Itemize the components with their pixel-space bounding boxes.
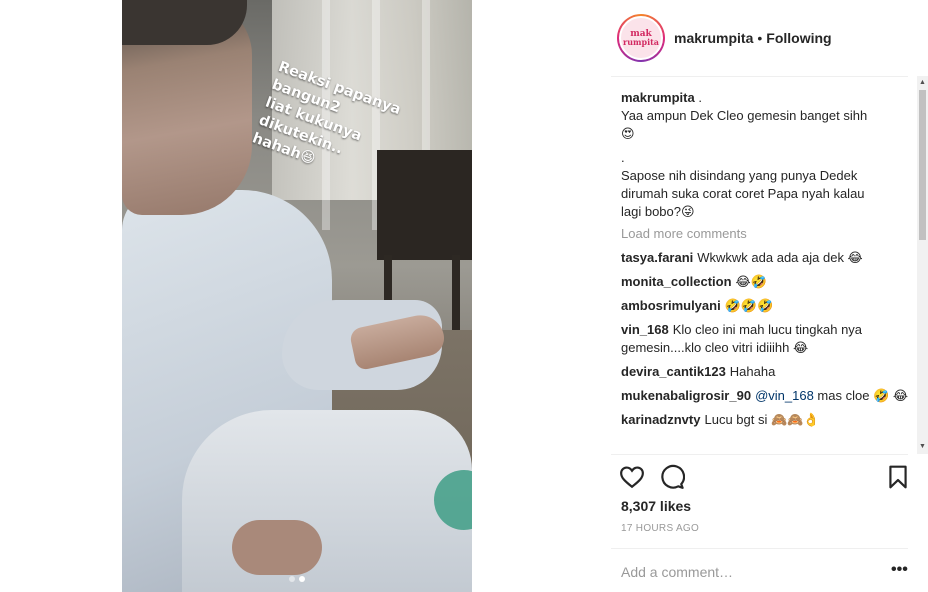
comment-text: Wkwkwk ada ada aja dek 😂 (697, 250, 863, 265)
comment-username[interactable]: tasya.farani (621, 250, 693, 265)
more-options-icon[interactable]: ••• (891, 562, 911, 582)
instagram-post-modal: Reaksi papanya bangun2 liat kukunya diku… (0, 0, 928, 592)
caption-username[interactable]: makrumpita (621, 90, 695, 105)
comment-item: devira_cantik123 Hahaha (621, 363, 915, 381)
comment-item: monita_collection 😂🤣 (621, 273, 915, 291)
person-head (122, 0, 252, 215)
heart-icon[interactable] (619, 464, 645, 490)
carousel-dot-active[interactable] (299, 576, 305, 582)
person-hair (122, 0, 247, 45)
comment-text: Hahaha (729, 364, 776, 379)
comment-text: mas cloe 🤣 😂 (813, 388, 909, 403)
action-bar (619, 464, 909, 490)
comment-item: karinadznvty Lucu bgt si 🙈🙈👌 (621, 411, 915, 429)
avatar-logo: mak rumpita (622, 30, 659, 47)
comment-username[interactable]: karinadznvty (621, 412, 700, 427)
comment-username[interactable]: ambosrimulyani (621, 298, 721, 313)
person-hand (232, 520, 322, 575)
load-more-comments-link[interactable]: Load more comments (621, 225, 915, 243)
comment-text: 🤣🤣🤣 (724, 298, 774, 313)
avatar-image: mak rumpita (619, 16, 663, 60)
comment-item: vin_168 Klo cleo ini mah lucu tingkah nya… (621, 321, 915, 357)
likes-count[interactable]: 8,307 likes (621, 498, 691, 514)
speech-bubble-icon[interactable] (659, 464, 685, 490)
caption-line: . (621, 150, 625, 165)
scroll-down-arrow-icon[interactable]: ▼ (918, 442, 927, 452)
comment-text: 😂🤣 (735, 274, 767, 289)
caption-line: . (698, 90, 702, 105)
avatar-logo-text-2: rumpita (622, 37, 659, 47)
caption-line: dirumah suka corat coret Papa nyah kalau (621, 186, 865, 201)
post-timestamp[interactable]: 17 HOURS AGO (621, 523, 699, 534)
scroll-up-arrow-icon[interactable]: ▲ (918, 78, 927, 88)
post-header: mak rumpita makrumpita • Following (611, 0, 928, 76)
header-divider (611, 76, 908, 77)
post-sidebar: mak rumpita makrumpita • Following makru… (611, 0, 928, 592)
piano-leg (452, 255, 460, 330)
avatar[interactable]: mak rumpita (617, 14, 665, 62)
caption-line: 😍 (621, 126, 635, 141)
comment-item: mukenabaligrosir_90 @vin_168 mas cloe 🤣 😂 (621, 387, 915, 405)
comments-scrollbar[interactable]: ▲ ▼ (917, 76, 928, 454)
caption-line: lagi bobo?😜 (621, 204, 695, 219)
comment-text: Lucu bgt si 🙈🙈👌 (704, 412, 820, 427)
comment-username[interactable]: vin_168 (621, 322, 669, 337)
bookmark-icon[interactable] (885, 464, 911, 490)
comment-box-divider (611, 548, 908, 549)
following-button[interactable]: Following (766, 30, 831, 46)
caption-line: Yaa ampun Dek Cleo gemesin banget sihh (621, 108, 868, 123)
comment-item: tasya.farani Wkwkwk ada ada aja dek 😂 (621, 249, 915, 267)
carousel-dot[interactable] (289, 576, 295, 582)
actions-divider (611, 454, 908, 455)
carousel-indicator (289, 576, 305, 582)
comment-username[interactable]: mukenabaligrosir_90 (621, 388, 751, 403)
add-comment-input[interactable] (621, 563, 861, 581)
comment-mention-link[interactable]: @vin_168 (755, 388, 814, 403)
caption: makrumpita . Yaa ampun Dek Cleo gemesin … (621, 89, 915, 221)
person-leg (182, 410, 472, 592)
post-media[interactable]: Reaksi papanya bangun2 liat kukunya diku… (122, 0, 472, 592)
scrollbar-thumb[interactable] (919, 90, 926, 240)
comment-username[interactable]: monita_collection (621, 274, 732, 289)
header-separator: • (757, 30, 763, 46)
caption-line: Sapose nih disindang yang punya Dedek (621, 168, 858, 183)
comments-list: makrumpita . Yaa ampun Dek Cleo gemesin … (621, 89, 915, 451)
comment-username[interactable]: devira_cantik123 (621, 364, 726, 379)
header-username[interactable]: makrumpita (674, 30, 753, 46)
comment-item: ambosrimulyani 🤣🤣🤣 (621, 297, 915, 315)
